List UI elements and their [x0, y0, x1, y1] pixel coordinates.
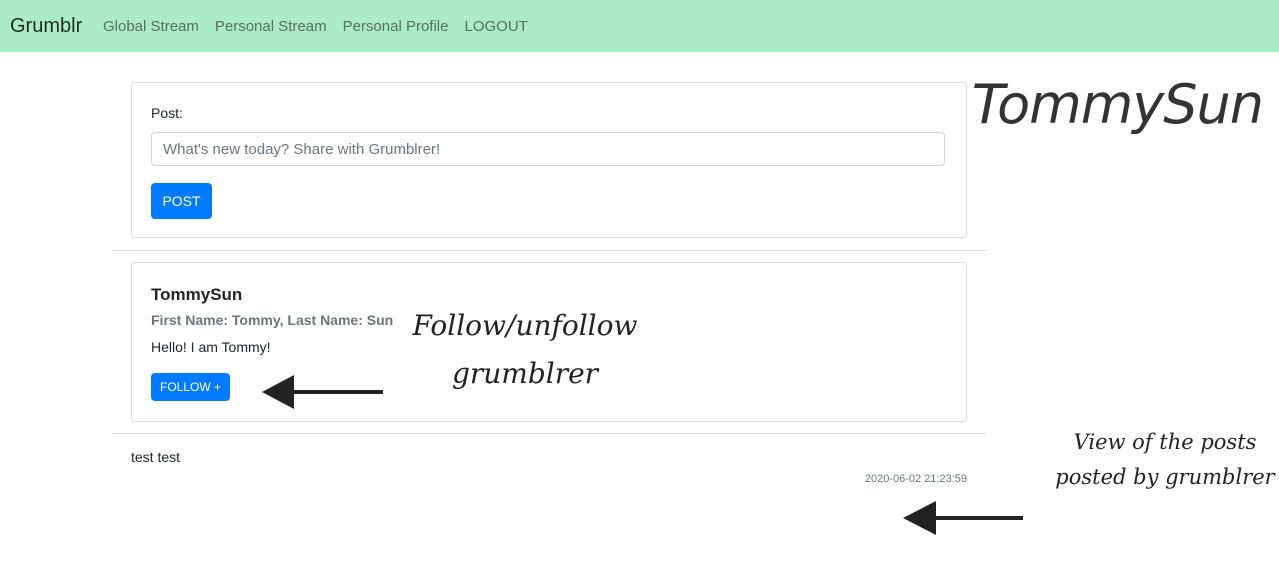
nav-link-personal-profile[interactable]: Personal Profile	[343, 17, 449, 37]
post-text: test test	[131, 449, 181, 465]
annotation-follow-line-2: grumblrer	[451, 357, 599, 390]
profile-names: First Name: Tommy, Last Name: Sun	[151, 312, 394, 328]
annotation-view-line-1: View of the posts	[1073, 430, 1257, 454]
divider	[112, 250, 986, 251]
post-form-card: Post: POST	[131, 82, 967, 238]
arrow-left-icon	[903, 501, 1023, 535]
annotation-view: View of the posts posted by grumblrer	[1050, 425, 1279, 495]
annotation-follow: Follow/unfollow grumblrer	[410, 302, 640, 398]
arrow-left-icon	[262, 375, 383, 409]
profile-bio: Hello! I am Tommy!	[151, 339, 271, 355]
nav-link-personal-stream[interactable]: Personal Stream	[215, 17, 327, 37]
post-timestamp: 2020-06-02 21:23:59	[864, 473, 967, 485]
nav-link-logout[interactable]: LOGOUT	[464, 17, 527, 37]
post-input[interactable]	[151, 132, 945, 166]
profile-username: TommySun	[151, 285, 243, 304]
nav-links: Global Stream Personal Stream Personal P…	[103, 17, 544, 37]
nav-link-global-stream[interactable]: Global Stream	[103, 17, 199, 37]
navbar: Grumblr Global Stream Personal Stream Pe…	[0, 0, 1279, 52]
divider	[112, 433, 986, 434]
follow-button[interactable]: FOLLOW +	[151, 373, 230, 401]
post-label: Post:	[151, 105, 183, 121]
sidebar-username: TommySun	[971, 73, 1264, 136]
annotation-follow-line-1: Follow/unfollow	[412, 309, 638, 342]
brand-logo[interactable]: Grumblr	[10, 14, 82, 38]
annotation-view-line-2: posted by grumblrer	[1055, 465, 1275, 489]
post-button[interactable]: POST	[151, 183, 212, 219]
